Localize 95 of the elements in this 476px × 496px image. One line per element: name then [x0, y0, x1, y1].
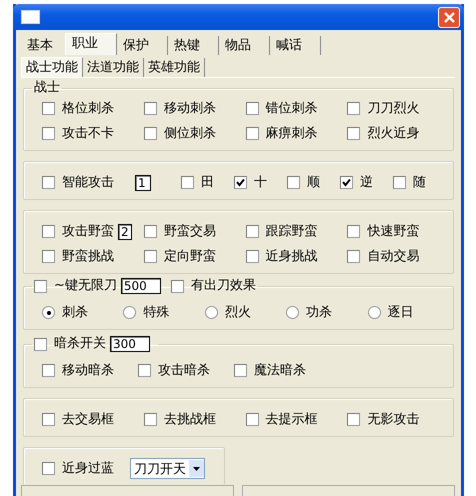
input-field[interactable]: 300 [110, 336, 150, 352]
checkbox-label: 刀刀烈火 [367, 100, 420, 116]
checkbox[interactable] [34, 338, 47, 350]
radio-label: 逐日 [388, 304, 414, 320]
checkbox[interactable] [42, 225, 55, 238]
checkbox-label: 侧位刺杀 [164, 126, 216, 142]
checkbox-label: 田 [201, 174, 214, 190]
checkbox[interactable] [393, 176, 406, 189]
close-button[interactable] [438, 6, 460, 28]
checkbox[interactable] [234, 176, 247, 189]
close-icon [442, 10, 456, 24]
tab[interactable]: 热键 [168, 36, 219, 55]
radio-label: 烈火 [224, 304, 251, 320]
checkbox-label: 智能攻击 [62, 174, 114, 190]
checkbox[interactable] [246, 102, 258, 115]
checkbox[interactable] [144, 225, 157, 238]
sub-tab[interactable]: 法道功能 [83, 58, 144, 77]
group-title: 战士 [34, 80, 60, 96]
radio-label: 特殊 [143, 304, 170, 320]
checkbox-label: 去交易框 [62, 412, 114, 428]
checkbox-label: 暗杀开关 [54, 336, 106, 352]
checkbox[interactable] [246, 413, 258, 426]
checkbox-label: 无影攻击 [367, 412, 420, 428]
checkbox[interactable] [246, 250, 258, 263]
checkbox[interactable] [42, 176, 55, 189]
checkbox-label: 格位刺杀 [62, 100, 114, 116]
tab[interactable]: 喊话 [270, 36, 321, 55]
checkbox[interactable] [144, 127, 157, 140]
checkbox[interactable] [347, 225, 360, 238]
dropdown[interactable]: 刀刀开天 [130, 458, 205, 479]
checkbox-label: 去挑战框 [164, 412, 216, 428]
checkbox-label: 移动暗杀 [62, 362, 114, 378]
checkbox[interactable] [181, 176, 194, 189]
sub-tab[interactable]: 英雄功能 [144, 58, 205, 77]
checkbox[interactable] [170, 280, 184, 292]
checkbox[interactable] [144, 250, 157, 263]
checkbox[interactable] [287, 176, 300, 189]
checkbox-label: 移动刺杀 [164, 100, 216, 116]
checkbox-label: 攻击不卡 [62, 126, 114, 142]
radio-button[interactable] [123, 306, 136, 319]
checkbox-label: 十 [254, 174, 267, 190]
checkbox-label: 快速野蛮 [367, 224, 420, 240]
radio-button[interactable] [204, 306, 218, 319]
checkbox[interactable] [347, 102, 360, 115]
checkbox-label: 有出刀效果 [190, 278, 256, 294]
tab[interactable]: 物品 [219, 36, 270, 55]
checkbox[interactable] [246, 225, 258, 238]
tab[interactable]: 保护 [117, 36, 168, 55]
radio-label: 刺杀 [62, 304, 88, 320]
checkbox[interactable] [144, 102, 157, 115]
checkbox[interactable] [347, 413, 360, 426]
checkbox-label: 近身过蓝 [62, 460, 114, 476]
checkbox[interactable] [42, 102, 55, 115]
checkbox-label: ~键无限刀 [54, 278, 117, 294]
checkbox-label: 烈火近身 [367, 126, 420, 142]
checkbox-label: 野蛮交易 [164, 224, 216, 240]
radio-button[interactable] [286, 306, 300, 319]
window-icon [21, 10, 40, 24]
checkbox[interactable] [340, 176, 353, 189]
radio-button[interactable] [368, 306, 381, 319]
checkbox-label: 随 [413, 174, 426, 190]
checkbox-label: 魔法暗杀 [254, 362, 306, 378]
radio-label: 功杀 [306, 304, 332, 320]
checkbox-label: 顺 [307, 174, 320, 190]
checkbox[interactable] [34, 280, 47, 292]
checkbox-label: 野蛮挑战 [62, 248, 114, 264]
checkbox[interactable] [42, 413, 55, 426]
input-field[interactable]: 1 [135, 174, 151, 190]
checkbox[interactable] [42, 127, 55, 140]
caret-icon [193, 466, 200, 470]
sub-tab[interactable]: 战士功能 [21, 57, 83, 77]
checkbox[interactable] [138, 364, 151, 377]
radio-button[interactable] [42, 306, 55, 319]
checkbox[interactable] [144, 413, 157, 426]
checkbox[interactable] [42, 364, 55, 377]
checkbox[interactable] [246, 127, 258, 140]
checkbox[interactable] [42, 462, 55, 475]
checkbox-label: 去提示框 [266, 412, 318, 428]
checkbox[interactable] [347, 250, 360, 263]
checkbox-label: 定向野蛮 [164, 248, 216, 264]
checkbox-label: 逆 [360, 174, 373, 190]
checkbox-label: 近身挑战 [266, 248, 318, 264]
checkbox[interactable] [234, 364, 247, 377]
checkbox[interactable] [347, 127, 360, 140]
input-field[interactable]: 500 [120, 278, 161, 294]
checkbox-label: 麻痹刺杀 [266, 126, 318, 142]
tab[interactable]: 基本 [21, 36, 65, 55]
checkbox-label: 错位刺杀 [266, 100, 318, 116]
checkbox-label: 跟踪野蛮 [266, 224, 318, 240]
checkbox-label: 攻击暗杀 [158, 362, 210, 378]
checkbox-label: 攻击野蛮 [62, 224, 114, 240]
checkbox[interactable] [42, 250, 55, 263]
checkbox-label: 自动交易 [367, 248, 420, 264]
input-field[interactable]: 2 [118, 224, 132, 240]
tab[interactable]: 职业 [65, 33, 117, 55]
